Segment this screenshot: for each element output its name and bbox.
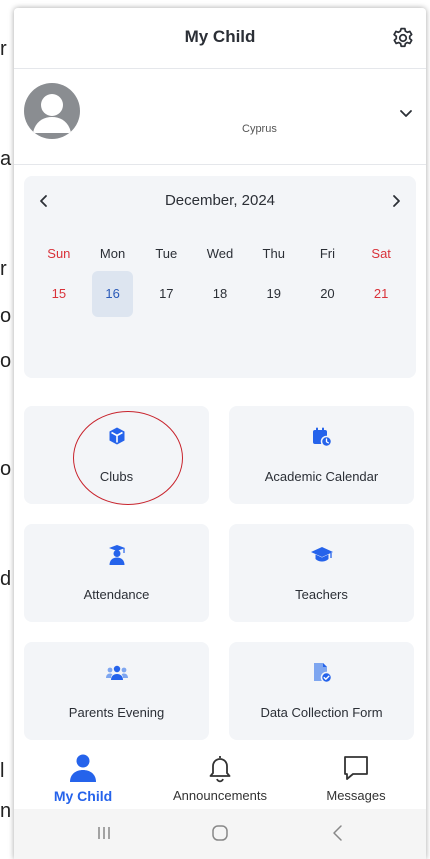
- weekday-label: Mon: [99, 246, 126, 261]
- background-letter: o: [0, 305, 12, 327]
- tile-attendance[interactable]: Attendance: [24, 524, 209, 622]
- nav-messages[interactable]: Messages: [296, 743, 416, 809]
- chevron-right-icon[interactable]: [390, 194, 402, 208]
- tile-clubs[interactable]: Clubs: [24, 406, 209, 505]
- home-icon[interactable]: [210, 823, 230, 843]
- bottom-navigation: My Child Announcements Messages: [14, 743, 426, 809]
- tile-academic-calendar[interactable]: Academic Calendar: [229, 406, 414, 504]
- tile-data-collection-form[interactable]: Data Collection Form: [229, 642, 414, 740]
- page-title: My Child: [184, 27, 256, 46]
- weekday-label: Wed: [206, 246, 234, 261]
- calendar-date[interactable]: 20: [301, 271, 355, 317]
- bell-icon: [209, 756, 231, 783]
- person-avatar-icon: [33, 94, 71, 133]
- background-letter: d: [0, 568, 12, 590]
- background-letter: r: [0, 258, 7, 280]
- background-letter: r: [0, 38, 7, 60]
- highlight-circle: [73, 411, 183, 505]
- tile-label: Teachers: [295, 587, 348, 602]
- nav-my-child[interactable]: My Child: [23, 743, 143, 809]
- document-check-icon: [313, 663, 332, 684]
- app-header: My Child: [14, 8, 426, 69]
- back-icon[interactable]: [328, 823, 348, 843]
- tile-teachers[interactable]: Teachers: [229, 524, 414, 622]
- chat-icon: [344, 756, 368, 780]
- group-icon: [105, 665, 128, 680]
- weekday-label: Tue: [155, 246, 178, 261]
- nav-label: Announcements: [173, 788, 267, 803]
- tile-parents-evening[interactable]: Parents Evening: [24, 642, 209, 740]
- background-letter: o: [0, 350, 12, 372]
- calendar-nav: December, 2024: [24, 192, 416, 212]
- weekday-header: Sun Mon Tue Wed Thu Fri Sat: [32, 246, 408, 261]
- tile-label: Academic Calendar: [264, 469, 379, 484]
- calendar-date[interactable]: 15: [32, 271, 86, 317]
- week-calendar: December, 2024 Sun Mon Tue Wed Thu Fri S…: [24, 176, 416, 378]
- weekday-label: Fri: [319, 246, 336, 261]
- calendar-date[interactable]: 21: [354, 271, 408, 317]
- calendar-date[interactable]: 18: [193, 271, 247, 317]
- nav-announcements[interactable]: Announcements: [160, 743, 280, 809]
- calendar-month: December, 2024: [164, 192, 276, 209]
- avatar: [24, 83, 80, 139]
- nav-label: Messages: [326, 788, 386, 803]
- background-letter: o: [0, 458, 12, 480]
- tile-label: Attendance: [83, 587, 150, 602]
- weekday-label: Sat: [371, 246, 391, 261]
- background-letter: a: [0, 148, 12, 170]
- weekday-label: Thu: [262, 246, 285, 261]
- graduate-icon: [108, 545, 125, 565]
- calendar-clock-icon: [312, 427, 332, 448]
- week-dates: 15 16 17 18 19 20 21: [32, 271, 408, 317]
- child-profile-selector[interactable]: Cyprus: [14, 69, 426, 165]
- background-letter: n: [0, 800, 12, 822]
- gear-icon[interactable]: [390, 25, 416, 51]
- mortarboard-icon: [310, 547, 333, 562]
- app-window: My Child Cyprus December, 2024 Sun Mon T…: [14, 8, 426, 859]
- person-icon: [70, 754, 96, 782]
- tile-label: Data Collection Form: [260, 705, 383, 720]
- calendar-date[interactable]: 19: [247, 271, 301, 317]
- calendar-date[interactable]: 17: [139, 271, 193, 317]
- weekday-label: Sun: [47, 246, 71, 261]
- background-letter: l: [0, 760, 5, 782]
- tile-label: Parents Evening: [68, 705, 165, 720]
- system-navigation-bar: [14, 809, 426, 859]
- child-country: Cyprus: [242, 123, 277, 135]
- recent-apps-icon[interactable]: [94, 823, 114, 843]
- calendar-date-selected[interactable]: 16: [91, 271, 134, 317]
- chevron-down-icon[interactable]: [398, 105, 414, 121]
- nav-label: My Child: [53, 788, 113, 804]
